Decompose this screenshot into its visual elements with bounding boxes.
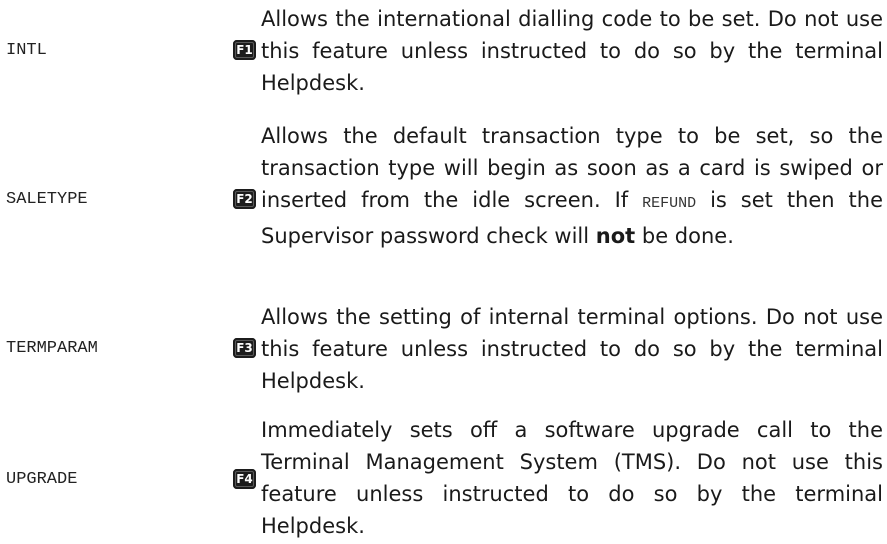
f3-key-icon: F3	[233, 338, 256, 358]
option-name: UPGRADE	[6, 470, 78, 489]
f1-key-icon: F1	[233, 40, 256, 60]
f4-key-icon: F4	[233, 469, 256, 489]
option-description: Allows the default transaction type to b…	[261, 120, 883, 252]
option-description: Allows the international dialling code t…	[261, 7, 883, 95]
refund-code: REFUND	[642, 195, 697, 212]
option-name: INTL	[6, 41, 47, 60]
option-name: TERMPARAM	[6, 339, 98, 358]
option-description: Allows the setting of internal terminal …	[261, 305, 883, 393]
f2-key-icon: F2	[233, 189, 256, 209]
description-text: be done.	[635, 224, 734, 248]
option-name: SALETYPE	[6, 190, 88, 209]
emphasis-text: not	[595, 224, 636, 248]
option-description: Immediately sets off a software upgrade …	[261, 418, 883, 538]
